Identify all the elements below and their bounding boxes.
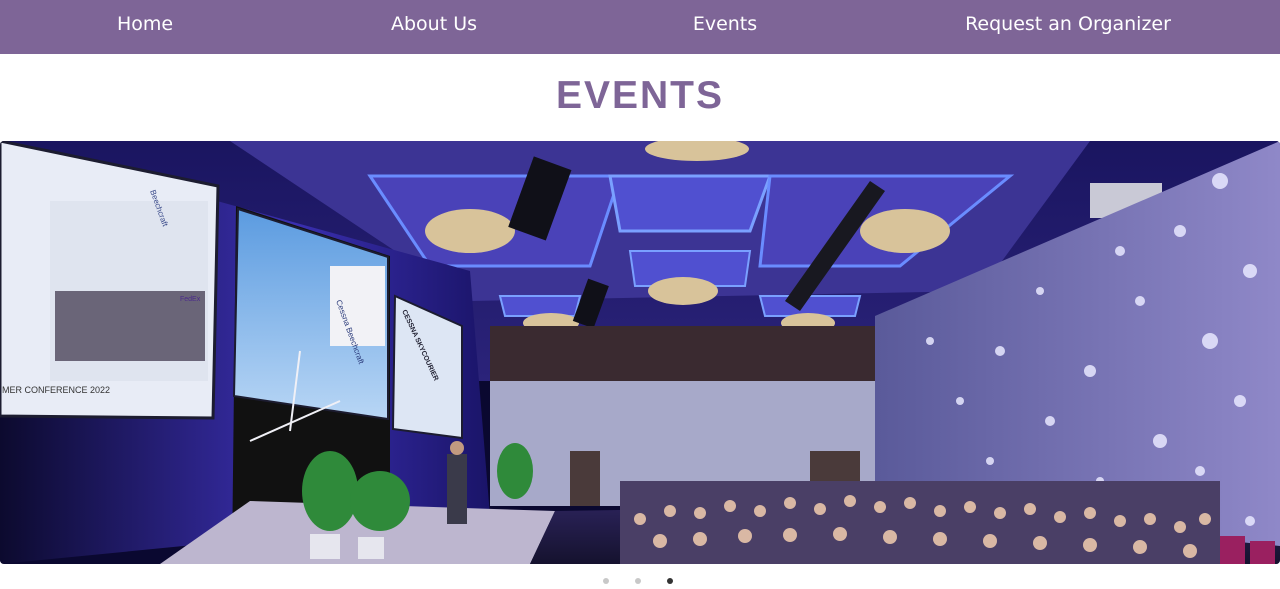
carousel-dot-2[interactable] xyxy=(635,578,641,584)
nav-home-link[interactable]: Home xyxy=(117,0,173,48)
conference-hall-photo: MER CONFERENCE 2022 Beechcraft Cessna Be… xyxy=(0,141,1280,564)
nav-request-organizer-link[interactable]: Request an Organizer xyxy=(965,0,1171,48)
page-title: EVENTS xyxy=(555,74,725,117)
nav-events-link[interactable]: Events xyxy=(693,0,757,48)
screen-right-brand: FedEx xyxy=(180,296,201,303)
carousel-dot-1[interactable] xyxy=(603,578,609,584)
nav-about-link[interactable]: About Us xyxy=(391,0,477,48)
event-carousel[interactable]: MER CONFERENCE 2022 Beechcraft Cessna Be… xyxy=(0,141,1280,564)
top-nav: Home About Us Events Request an Organize… xyxy=(0,0,1280,54)
carousel-indicators xyxy=(0,578,1280,588)
carousel-dot-3[interactable] xyxy=(667,578,673,584)
screen-left-text: MER CONFERENCE 2022 xyxy=(2,385,110,395)
